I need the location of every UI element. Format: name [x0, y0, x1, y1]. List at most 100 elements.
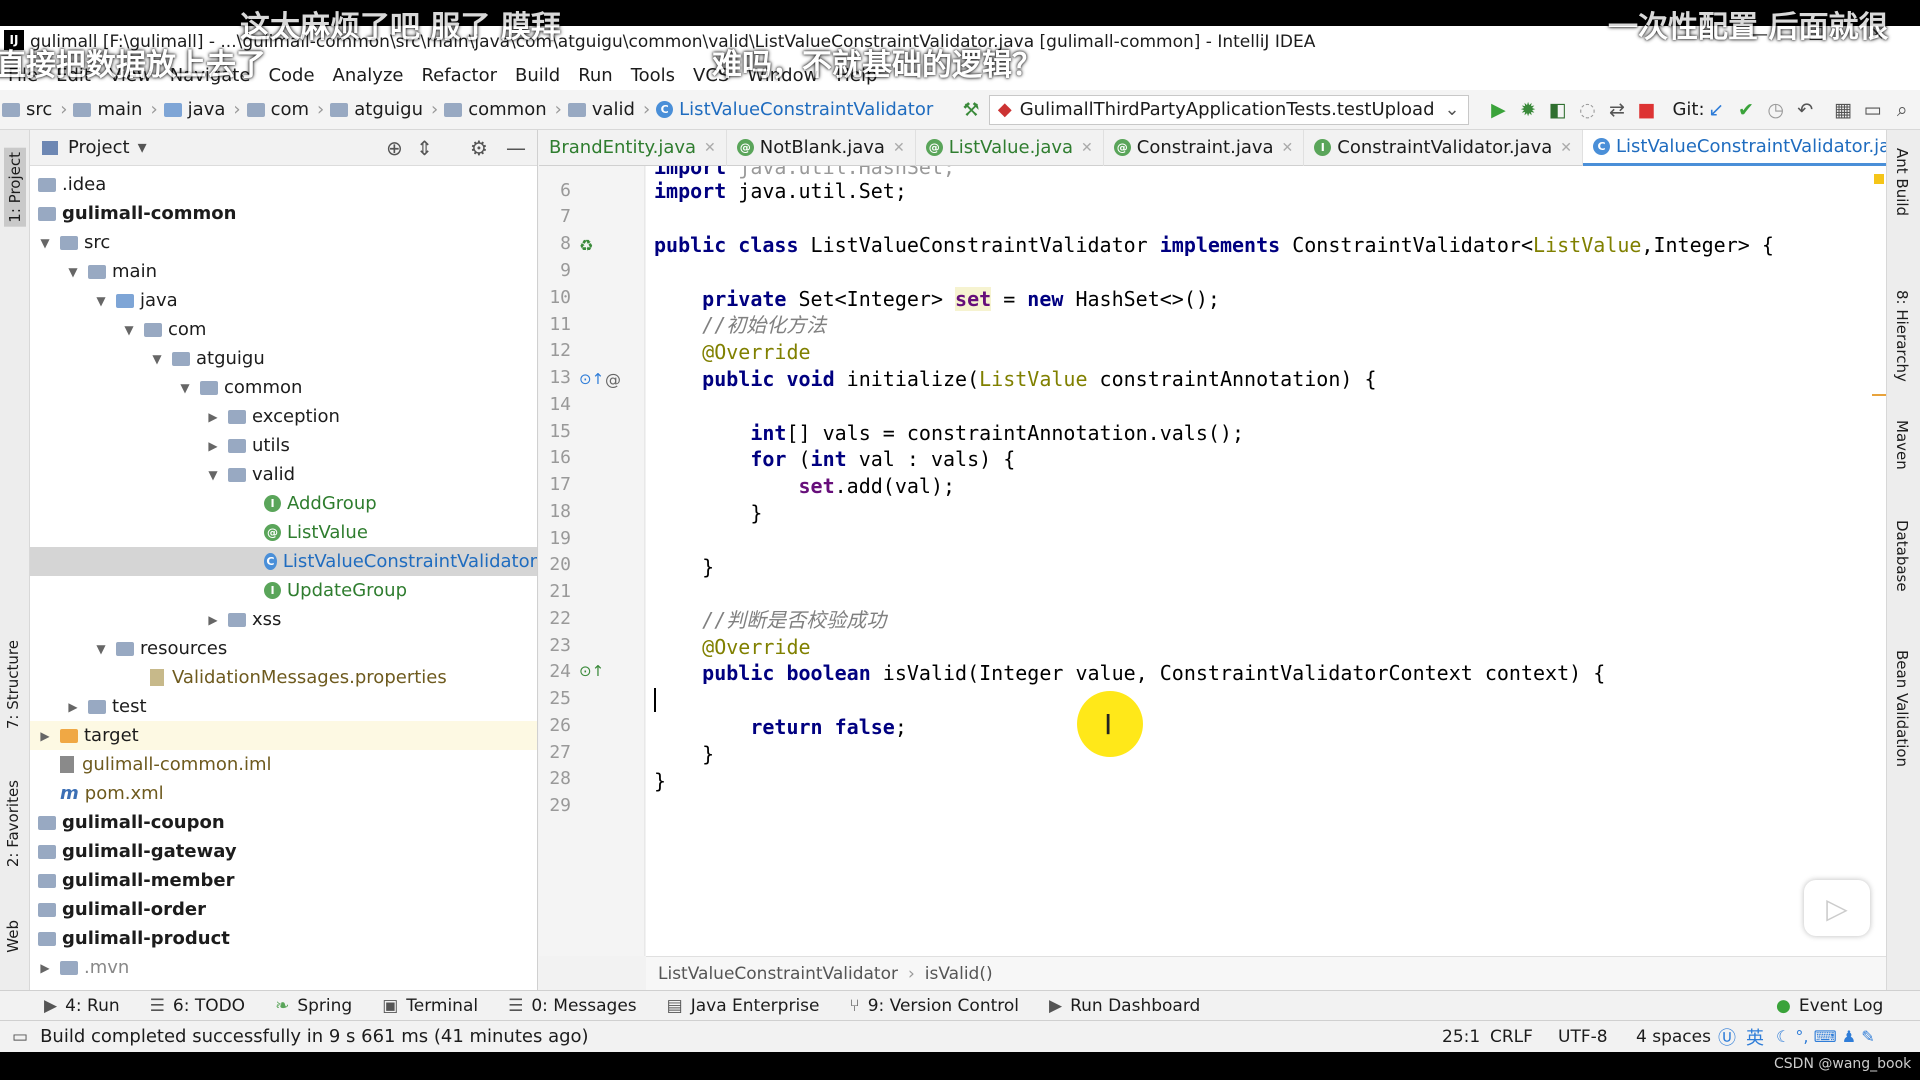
project-view-select[interactable]: Project [68, 137, 130, 158]
tree-item-validationmessages[interactable]: ValidationMessages.properties [30, 663, 537, 692]
tree-item-xss[interactable]: ▶ xss [30, 605, 537, 634]
tool-version-control[interactable]: ⑂ 9: Version Control [849, 996, 1019, 1016]
tree-item-gulimall-common[interactable]: gulimall-common [30, 199, 537, 228]
tree-item-addgroup[interactable]: I AddGroup [30, 489, 537, 518]
git-history-icon[interactable]: ◷ [1764, 95, 1788, 125]
tool-tab-database[interactable]: Database [1893, 520, 1911, 592]
git-commit-icon[interactable]: ✔ [1734, 95, 1758, 125]
chevron-right-icon[interactable]: ▶ [206, 410, 220, 424]
tree-item-gulimall-product[interactable]: gulimall-product [30, 924, 537, 953]
tree-item-src[interactable]: ▼ src [30, 228, 537, 257]
tree-item-atguigu[interactable]: ▼ atguigu [30, 344, 537, 373]
tree-item-iml[interactable]: gulimall-common.iml [30, 750, 537, 779]
tool-tab-structure[interactable]: 7: Structure [4, 640, 22, 729]
crumb-src[interactable]: src › [2, 99, 67, 120]
search-icon[interactable]: ⌕ [1890, 95, 1914, 125]
caret-position[interactable]: 25:1 [1442, 1027, 1480, 1047]
video-play-button[interactable]: ▷ [1804, 880, 1870, 936]
stop-icon[interactable]: ■ [1635, 95, 1659, 125]
tool-java-enterprise[interactable]: ▤ Java Enterprise [667, 996, 820, 1016]
run-icon[interactable]: ▶ [1487, 95, 1511, 125]
crumb-class[interactable]: C ListValueConstraintValidator [656, 99, 933, 120]
crumb-com[interactable]: com › [246, 99, 324, 120]
close-tab-icon[interactable]: ✕ [1081, 140, 1093, 156]
chevron-down-icon[interactable]: ▼ [150, 352, 164, 366]
tool-spring[interactable]: ❧ Spring [275, 996, 352, 1016]
presentation-icon[interactable]: ▭ [1861, 95, 1885, 125]
tree-item-utils[interactable]: ▶ utils [30, 431, 537, 460]
chevron-down-icon[interactable]: ▼ [94, 294, 108, 308]
menu-build[interactable]: Build [515, 65, 560, 86]
project-structure-icon[interactable]: ▦ [1831, 95, 1855, 125]
file-encoding[interactable]: UTF-8 [1558, 1027, 1608, 1047]
chevron-right-icon[interactable]: ▶ [206, 439, 220, 453]
tree-item-resources[interactable]: ▼ resources [30, 634, 537, 663]
line-separator[interactable]: CRLF [1490, 1027, 1533, 1047]
tree-item-gulimall-gateway[interactable]: gulimall-gateway [30, 837, 537, 866]
chevron-right-icon[interactable]: ▶ [38, 729, 52, 743]
collapse-all-icon[interactable]: ⇕ [416, 136, 433, 160]
ime-language[interactable]: 英 [1746, 1024, 1764, 1050]
build-hammer-icon[interactable]: ⚒ [959, 95, 983, 125]
tab-listvalueconstraintvalidator[interactable]: CListValueConstraintValidator.java✕ [1583, 129, 1920, 166]
tab-listvalue[interactable]: @ ListValue.java ✕ [916, 129, 1104, 166]
tool-tab-project[interactable]: 1: Project [4, 148, 26, 227]
tree-item-java[interactable]: ▼ java [30, 286, 537, 315]
tool-event-log[interactable]: ● Event Log [1776, 996, 1883, 1016]
chevron-down-icon[interactable]: ▼ [38, 236, 52, 250]
tool-messages[interactable]: ☰ 0: Messages [508, 996, 637, 1016]
tree-item-gulimall-order[interactable]: gulimall-order [30, 895, 537, 924]
chevron-right-icon[interactable]: ▶ [206, 613, 220, 627]
implements-method-icon[interactable]: ⊙↑ [579, 662, 604, 680]
crumb-atguigu[interactable]: atguigu › [330, 99, 438, 120]
tree-item-pom[interactable]: m pom.xml [30, 779, 537, 808]
status-window-icon[interactable]: ▭ [12, 1027, 28, 1047]
tree-item-exception[interactable]: ▶ exception [30, 402, 537, 431]
menu-tools[interactable]: Tools [631, 65, 675, 86]
chevron-right-icon[interactable]: ▶ [66, 700, 80, 714]
tree-item-com[interactable]: ▼ com [30, 315, 537, 344]
crumb-main[interactable]: main › [73, 99, 158, 120]
chevron-down-icon[interactable]: ▾ [138, 137, 147, 158]
tree-item-test[interactable]: ▶ test [30, 692, 537, 721]
crumb-valid[interactable]: valid › [567, 99, 650, 120]
git-update-icon[interactable]: ↙ [1705, 95, 1729, 125]
profile-icon[interactable]: ◌ [1576, 95, 1600, 125]
code-editor[interactable]: import java.util.HashSet; import java.ut… [646, 166, 1886, 956]
tree-item-gulimall-coupon[interactable]: gulimall-coupon [30, 808, 537, 837]
implements-method-icon[interactable]: ⊙↑ [579, 370, 604, 388]
attach-icon[interactable]: ⇄ [1605, 95, 1629, 125]
tool-tab-favorites[interactable]: 2: Favorites [4, 780, 22, 867]
tree-item-gulimall-member[interactable]: gulimall-member [30, 866, 537, 895]
indent-setting[interactable]: 4 spaces [1636, 1027, 1711, 1047]
tool-run[interactable]: ▶ 4: Run [44, 996, 120, 1016]
debug-icon[interactable]: ✹ [1516, 95, 1540, 125]
menu-analyze[interactable]: Analyze [333, 65, 404, 86]
chevron-down-icon[interactable]: ▼ [122, 323, 136, 337]
close-tab-icon[interactable]: ✕ [1560, 140, 1572, 156]
chevron-right-icon[interactable]: ▶ [38, 961, 52, 975]
tab-constraint[interactable]: @ Constraint.java ✕ [1104, 129, 1305, 166]
crumb-java[interactable]: java › [163, 99, 241, 120]
implements-marker-icon[interactable]: ♻ [579, 236, 593, 255]
git-rollback-icon[interactable]: ↶ [1793, 95, 1817, 125]
menu-run[interactable]: Run [578, 65, 613, 86]
hide-panel-icon[interactable]: — [506, 136, 526, 160]
chevron-down-icon[interactable]: ▼ [94, 642, 108, 656]
close-tab-icon[interactable]: ✕ [704, 140, 716, 156]
locate-icon[interactable]: ⊕ [386, 136, 403, 160]
menu-code[interactable]: Code [268, 65, 314, 86]
tool-run-dashboard[interactable]: ▶ Run Dashboard [1049, 996, 1200, 1016]
tab-constraintvalidator[interactable]: I ConstraintValidator.java ✕ [1304, 129, 1583, 166]
tool-tab-web[interactable]: Web [4, 920, 22, 953]
tab-brandentity[interactable]: CBrandEntity.java✕ [539, 129, 727, 166]
breadcrumb-class[interactable]: ListValueConstraintValidator [658, 964, 898, 984]
tree-item-main[interactable]: ▼ main [30, 257, 537, 286]
tree-item-listvalue[interactable]: @ ListValue [30, 518, 537, 547]
tool-tab-ant-build[interactable]: Ant Build [1893, 148, 1911, 216]
tool-todo[interactable]: ☰ 6: TODO [150, 996, 245, 1016]
tree-item-target[interactable]: ▶ target [30, 721, 537, 750]
tool-tab-bean-validation[interactable]: Bean Validation [1893, 650, 1911, 767]
tree-item-valid[interactable]: ▼ valid [30, 460, 537, 489]
tree-item-updategroup[interactable]: I UpdateGroup [30, 576, 537, 605]
